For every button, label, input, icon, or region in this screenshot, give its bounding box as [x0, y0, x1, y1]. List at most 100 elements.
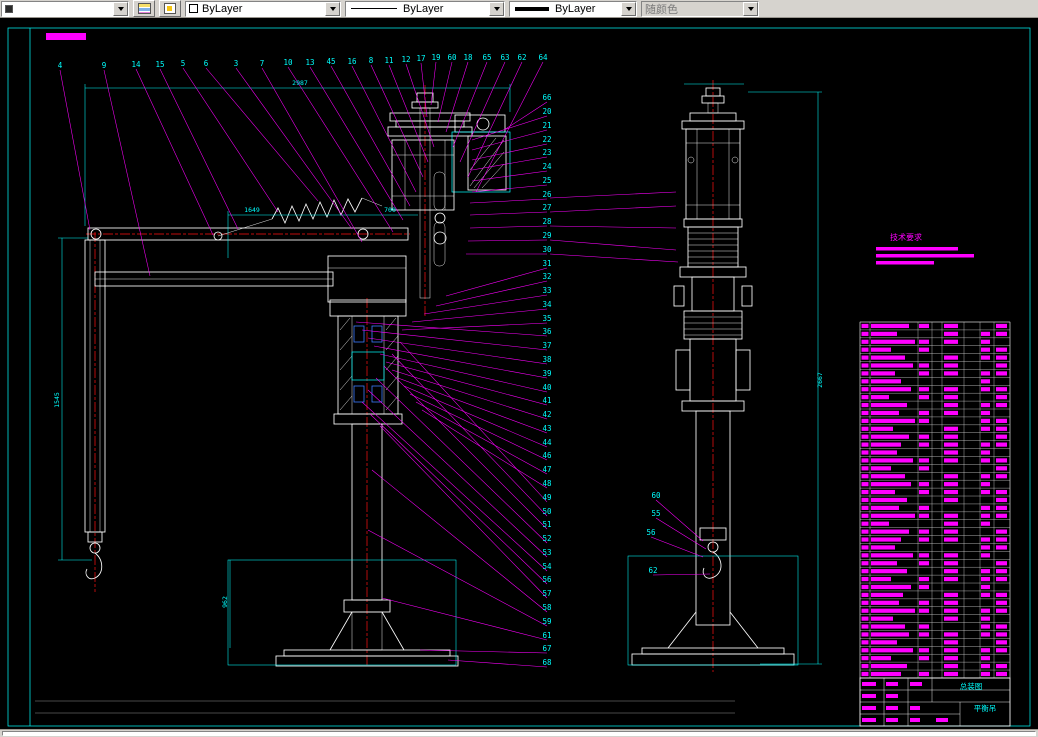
- leader-line: [446, 268, 547, 296]
- leader-line: [183, 68, 278, 212]
- leader-line: [386, 362, 547, 405]
- lineweight-combo[interactable]: ByLayer: [509, 1, 637, 17]
- side-view: [632, 80, 794, 672]
- leader-line: [470, 226, 547, 228]
- bom-cell-text: [996, 395, 1007, 399]
- bom-cell-text: [996, 632, 1007, 636]
- bom-cell-text: [944, 530, 958, 534]
- horizontal-scrollbar[interactable]: [0, 729, 1038, 737]
- bom-cell-text: [862, 363, 869, 367]
- chevron-down-icon[interactable]: [113, 2, 128, 16]
- bom-cell-text: [862, 601, 869, 605]
- bom-cell-text: [862, 387, 869, 391]
- bom-cell-text: [944, 482, 958, 486]
- bom-cell-text: [862, 561, 869, 565]
- part-callout: 27: [542, 203, 551, 212]
- leader-line: [420, 650, 547, 653]
- cad-drawing[interactable]: 4914155637101345168111217196018656362646…: [0, 18, 1038, 729]
- bom-cell-text: [944, 577, 958, 581]
- linetype-sample-icon: [351, 8, 397, 9]
- leader-line: [453, 62, 487, 147]
- bom-cell-text: [996, 593, 1007, 597]
- part-callout: 36: [542, 327, 552, 336]
- part-callout: 66: [542, 93, 552, 102]
- layer-properties-button[interactable]: [133, 0, 155, 17]
- bom-cell-text: [871, 490, 895, 494]
- leader-line: [472, 116, 547, 140]
- sheet-border: [8, 28, 1030, 726]
- bom-cell-text: [862, 340, 869, 344]
- chevron-down-icon[interactable]: [621, 2, 636, 16]
- bom-cell-text: [996, 498, 1007, 502]
- leader-line: [384, 366, 547, 529]
- scrollbar-track[interactable]: [2, 731, 1036, 736]
- bom-cell-text: [862, 443, 869, 447]
- layer-combo[interactable]: [1, 1, 129, 17]
- bom-cell-text: [871, 632, 909, 636]
- bom-cell-text: [996, 324, 1007, 328]
- chevron-down-icon: [743, 2, 758, 16]
- bom-cell-text: [871, 324, 909, 328]
- bom-cell-text: [871, 363, 913, 367]
- linetype-combo[interactable]: ByLayer: [345, 1, 505, 17]
- bom-cell-text: [944, 632, 958, 636]
- bom-cell-text: [919, 601, 929, 605]
- part-callout: 52: [542, 534, 551, 543]
- leader-line: [376, 378, 547, 543]
- bom-cell-text: [996, 545, 1007, 549]
- part-callout: 49: [542, 493, 551, 502]
- part-callout: 63: [500, 53, 509, 62]
- part-callout: 20: [542, 107, 552, 116]
- part-callout: 41: [542, 396, 551, 405]
- bom-cell-text: [981, 656, 990, 660]
- color-combo[interactable]: ByLayer: [185, 1, 341, 17]
- part-callout: 56: [542, 575, 552, 584]
- layer-states-button[interactable]: [159, 0, 181, 17]
- part-callout: 24: [542, 162, 552, 171]
- leader-line: [472, 171, 547, 181]
- dimension-label: 1545: [53, 392, 61, 408]
- bom-cell-text: [871, 569, 907, 573]
- part-callout: 22: [542, 135, 551, 144]
- bom-cell-text: [981, 617, 990, 621]
- bom-cell-text: [919, 530, 929, 534]
- bom-cell-text: [944, 672, 958, 676]
- bom-cell-text: [919, 506, 929, 510]
- bom-cell-text: [996, 601, 1007, 605]
- model-space-canvas[interactable]: 4914155637101345168111217196018656362646…: [0, 18, 1038, 729]
- leader-line: [368, 530, 547, 626]
- bom-cell-text: [981, 506, 990, 510]
- leader-line: [550, 206, 676, 212]
- plotstyle-combo-value: 随颜色: [645, 1, 743, 17]
- bom-cell-text: [862, 585, 869, 589]
- bom-cell-text: [996, 672, 1007, 676]
- bom-cell-text: [919, 648, 929, 652]
- leader-line: [400, 342, 547, 502]
- part-callout: 28: [542, 217, 552, 226]
- bom-cell-text: [944, 403, 958, 407]
- part-callout: 8: [369, 56, 374, 65]
- part-callout: 6: [204, 59, 209, 68]
- bom-cell-text: [944, 561, 958, 565]
- leader-line: [380, 426, 547, 598]
- bom-cell-text: [862, 672, 869, 676]
- part-callout: 15: [155, 60, 164, 69]
- bom-cell-text: [996, 561, 1007, 565]
- layer-state-icon: [164, 3, 176, 14]
- part-callout: 59: [542, 617, 551, 626]
- bom-cell-text: [871, 474, 905, 478]
- part-callout: 51: [542, 520, 551, 529]
- part-callout: 12: [401, 55, 410, 64]
- bom-cell-text: [919, 324, 929, 328]
- bom-cell-text: [919, 561, 929, 565]
- part-callout: 17: [416, 54, 425, 63]
- chevron-down-icon[interactable]: [325, 2, 340, 16]
- leader-line: [422, 410, 547, 488]
- leader-line: [472, 185, 547, 192]
- bom-cell-text: [862, 332, 869, 336]
- leader-line: [410, 394, 547, 460]
- bom-cell-text: [981, 332, 990, 336]
- chevron-down-icon[interactable]: [489, 2, 504, 16]
- bom-cell-text: [919, 466, 929, 470]
- bom-cell-text: [944, 458, 958, 462]
